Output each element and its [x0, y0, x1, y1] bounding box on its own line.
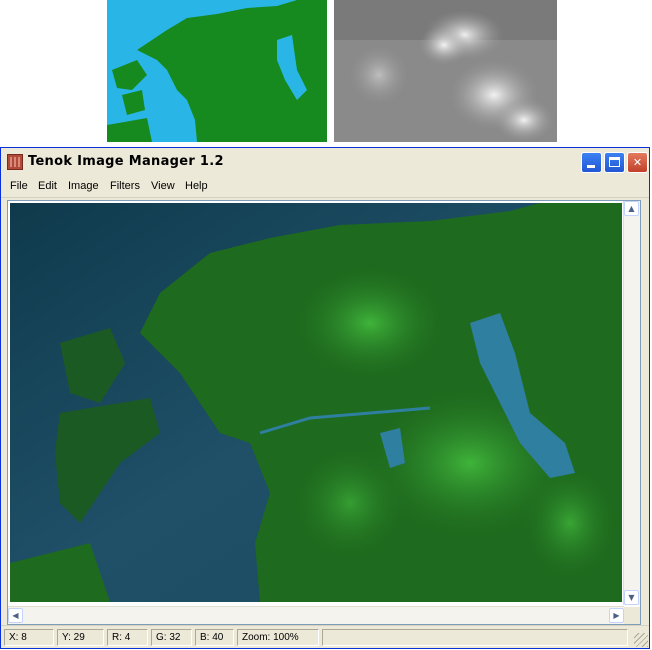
status-g: G: 32: [151, 629, 192, 646]
scroll-right-button[interactable]: ▶: [609, 608, 624, 623]
app-window: Tenok Image Manager 1.2 ✕ File Edit Imag…: [0, 147, 650, 649]
color-map-thumbnail: [107, 0, 327, 142]
status-y: Y: 29: [57, 629, 104, 646]
image-canvas-area: ▲ ▼ ◀ ▶: [7, 200, 641, 625]
maximize-icon: [609, 157, 620, 167]
menu-view[interactable]: View: [151, 180, 175, 192]
status-x: X: 8: [4, 629, 54, 646]
resize-grip-icon[interactable]: [634, 633, 648, 647]
scrollbar-corner: [624, 607, 640, 624]
menu-file[interactable]: File: [10, 180, 28, 192]
title-bar[interactable]: Tenok Image Manager 1.2 ✕: [1, 148, 649, 179]
minimize-icon: [587, 165, 595, 168]
close-button[interactable]: ✕: [627, 152, 648, 173]
scroll-down-button[interactable]: ▼: [624, 590, 639, 605]
menu-bar: File Edit Image Filters View Help: [1, 178, 649, 198]
scroll-left-button[interactable]: ◀: [8, 608, 23, 623]
menu-edit[interactable]: Edit: [38, 180, 57, 192]
status-b: B: 40: [195, 629, 234, 646]
status-empty: [322, 629, 628, 646]
vertical-scrollbar[interactable]: ▲ ▼: [623, 201, 640, 605]
menu-image[interactable]: Image: [68, 180, 99, 192]
app-icon[interactable]: [7, 154, 23, 170]
status-r: R: 4: [107, 629, 148, 646]
close-icon: ✕: [632, 156, 643, 169]
rendered-terrain-image[interactable]: [10, 203, 622, 602]
scroll-up-button[interactable]: ▲: [624, 201, 639, 216]
maximize-button[interactable]: [604, 152, 625, 173]
status-zoom: Zoom: 100%: [237, 629, 319, 646]
heightmap-thumbnail: [334, 0, 557, 142]
menu-help[interactable]: Help: [185, 180, 208, 192]
window-title: Tenok Image Manager 1.2: [28, 154, 224, 169]
horizontal-scrollbar[interactable]: ◀ ▶: [8, 606, 624, 624]
minimize-button[interactable]: [581, 152, 602, 173]
status-bar: X: 8 Y: 29 R: 4 G: 32 B: 40 Zoom: 100%: [1, 625, 649, 648]
menu-filters[interactable]: Filters: [110, 180, 140, 192]
